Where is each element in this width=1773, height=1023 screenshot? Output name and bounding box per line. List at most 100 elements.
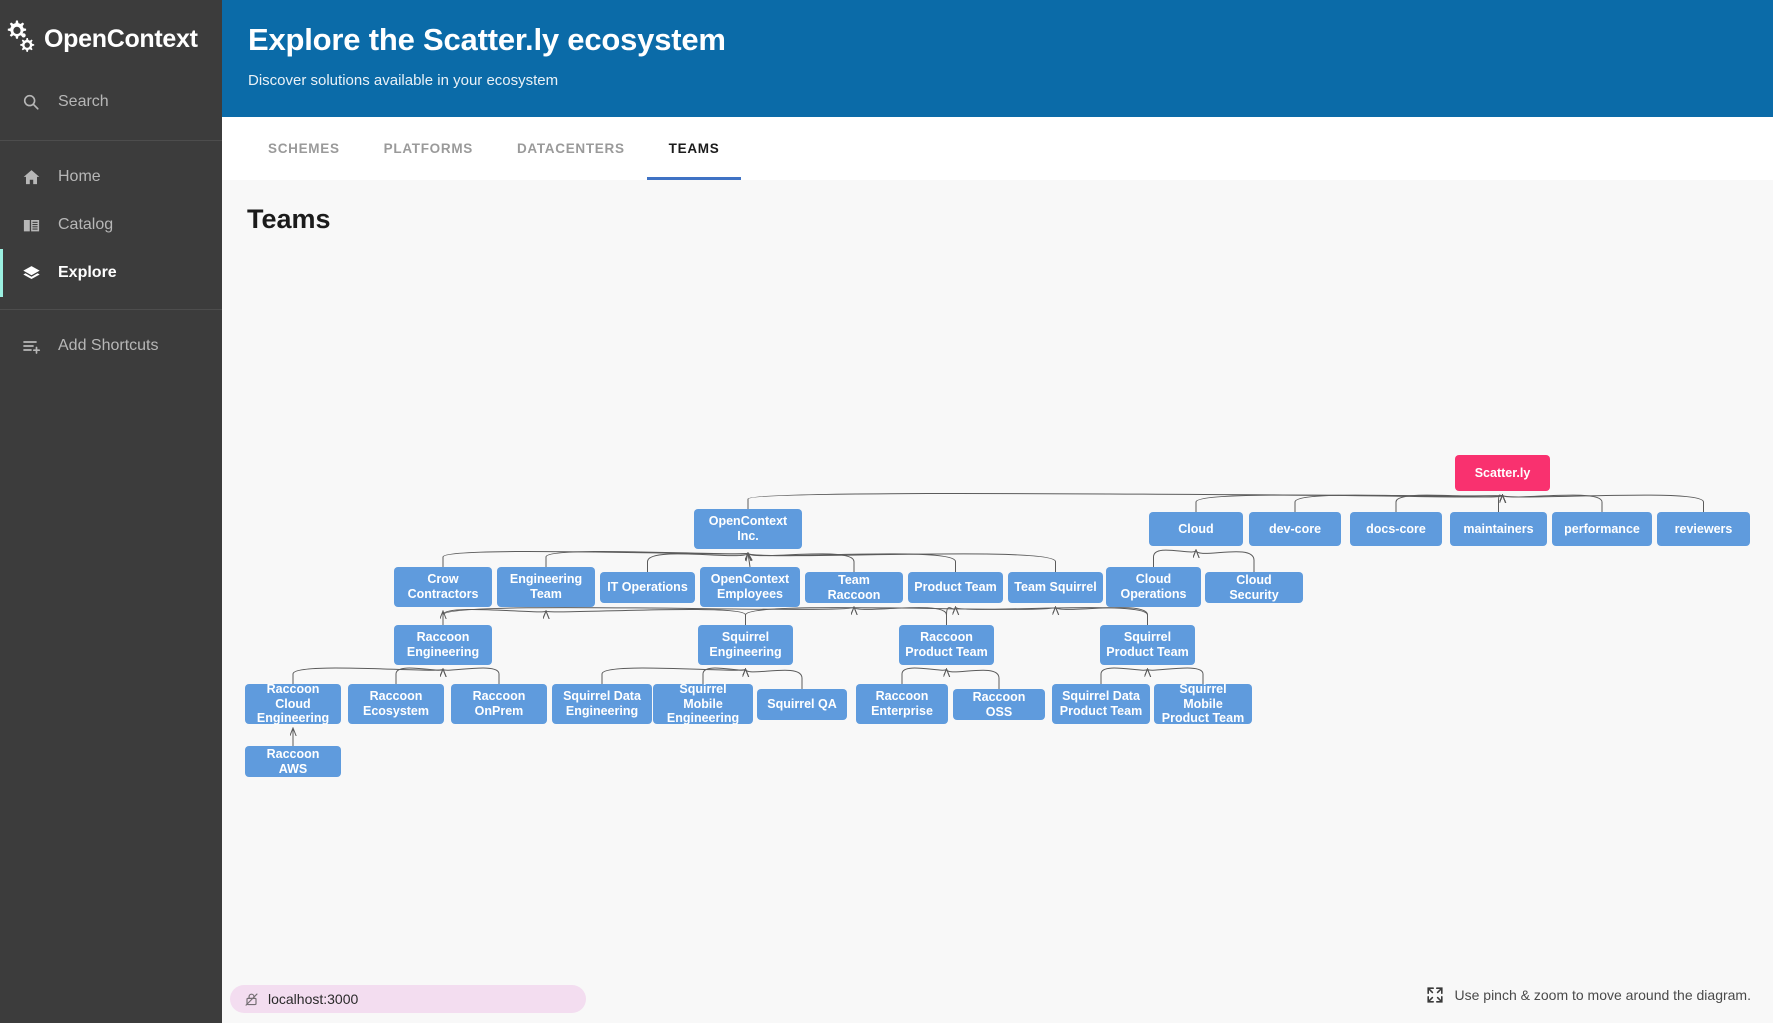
diagram-edge <box>947 669 1000 689</box>
layers-icon <box>22 264 48 283</box>
diagram-node-label: Engineering Team <box>509 572 583 601</box>
diagram-node[interactable]: Squirrel Mobile Engineering <box>653 681 753 726</box>
zoom-hint-text: Use pinch & zoom to move around the diag… <box>1454 987 1752 1003</box>
diagram-node-label: Squirrel Mobile Engineering <box>666 681 740 726</box>
diagram-node[interactable]: Cloud Security <box>1205 572 1303 603</box>
diagram-node-label: Raccoon Cloud Engineering <box>256 681 330 726</box>
diagram-node[interactable]: OpenContext Employees <box>700 567 800 607</box>
diagram-node-label: Product Team <box>914 580 997 595</box>
diagram-node[interactable]: reviewers <box>1657 512 1750 546</box>
diagram-node[interactable]: Squirrel QA <box>757 689 847 720</box>
diagram-node[interactable]: Team Squirrel <box>1008 572 1103 603</box>
add-list-icon <box>22 336 48 356</box>
diagram-node[interactable]: maintainers <box>1450 512 1547 546</box>
diagram-edge <box>946 607 956 625</box>
diagram-node[interactable]: Raccoon Enterprise <box>856 684 948 724</box>
diagram-node-label: Cloud Operations <box>1120 572 1187 601</box>
tab-schemes[interactable]: SCHEMES <box>246 117 362 180</box>
diagram-node-label: Squirrel Data Product Team <box>1059 689 1143 718</box>
diagram-node[interactable]: performance <box>1552 512 1652 546</box>
diagram-node[interactable]: Raccoon Ecosystem <box>348 684 444 724</box>
diagram-node[interactable]: Squirrel Product Team <box>1100 625 1195 665</box>
diagram-edge <box>746 669 803 689</box>
tab-platforms[interactable]: PLATFORMS <box>362 117 495 180</box>
sidebar-item-home[interactable]: Home <box>0 153 222 201</box>
search-input[interactable]: Search <box>0 78 222 126</box>
diagram-node[interactable]: Raccoon Engineering <box>394 625 492 665</box>
app-root: OpenContext Search Home Catalog Explore … <box>0 0 1773 1023</box>
diagram-node[interactable]: Cloud Operations <box>1106 567 1201 607</box>
diagram-edge <box>1100 667 1148 684</box>
diagram-node[interactable]: Engineering Team <box>497 567 595 607</box>
main-area: Explore the Scatter.ly ecosystem Discove… <box>222 0 1773 1023</box>
add-shortcuts-button[interactable]: Add Shortcuts <box>0 322 222 370</box>
diagram-edge <box>1294 495 1503 512</box>
diagram-node-label: Crow Contractors <box>407 572 479 601</box>
diagram-edge <box>1503 495 1603 512</box>
tab-bar: SCHEMES PLATFORMS DATACENTERS TEAMS <box>222 117 1773 180</box>
diagram-node[interactable]: Raccoon OnPrem <box>451 684 547 724</box>
diagram-node[interactable]: Raccoon AWS <box>245 746 341 777</box>
diagram-node[interactable]: Squirrel Engineering <box>698 625 793 665</box>
diagram-node-label: Raccoon AWS <box>266 746 320 776</box>
diagram-edge <box>901 667 947 684</box>
diagram-edge <box>1395 495 1503 512</box>
diagram-node[interactable]: Squirrel Data Product Team <box>1052 684 1150 724</box>
expand-arrows-icon <box>1425 985 1445 1005</box>
diagram-node-label: reviewers <box>1674 521 1733 536</box>
sidebar-shortcuts: Add Shortcuts <box>0 310 222 382</box>
diagram-node[interactable]: Raccoon Cloud Engineering <box>245 681 341 726</box>
diagram-edge <box>443 667 500 684</box>
diagram-node-label: maintainers <box>1463 521 1534 536</box>
diagram-node[interactable]: Crow Contractors <box>394 567 492 607</box>
sidebar-item-catalog-label: Catalog <box>58 216 114 233</box>
sidebar: OpenContext Search Home Catalog Explore … <box>0 0 222 1023</box>
brand[interactable]: OpenContext <box>0 0 222 78</box>
diagram-node[interactable]: Squirrel Mobile Product Team <box>1154 682 1252 725</box>
status-url-bubble: localhost:3000 <box>230 985 586 1013</box>
diagram-node[interactable]: Raccoon OSS <box>953 689 1045 720</box>
diagram-node-label: Squirrel Data Engineering <box>563 689 641 718</box>
diagram-node-label: Raccoon OSS <box>972 689 1026 719</box>
diagram-node-label: Raccoon Engineering <box>406 630 480 659</box>
diagram-edge <box>854 607 947 625</box>
brand-name: OpenContext <box>44 24 198 53</box>
sidebar-item-explore-label: Explore <box>58 264 117 281</box>
page-header: Explore the Scatter.ly ecosystem Discove… <box>222 0 1773 117</box>
diagram-node[interactable]: Cloud <box>1149 512 1243 546</box>
diagram-node[interactable]: Team Raccoon <box>805 572 903 603</box>
diagram-edge <box>442 609 546 625</box>
diagram-edge <box>442 551 748 567</box>
diagram-node[interactable]: Product Team <box>908 572 1003 603</box>
lock-slash-icon <box>244 992 259 1007</box>
diagram-node[interactable]: Scatter.ly <box>1455 455 1550 491</box>
diagram-edge <box>1503 495 1704 512</box>
diagram-edge <box>956 607 1148 625</box>
tab-datacenters[interactable]: DATACENTERS <box>495 117 647 180</box>
page-title: Explore the Scatter.ly ecosystem <box>248 22 726 57</box>
page-subtitle: Discover solutions available in your eco… <box>248 72 559 89</box>
diagram-node-label: Team Squirrel <box>1014 580 1097 595</box>
diagram-node-label: Squirrel QA <box>767 697 837 712</box>
diagram-edge <box>748 553 750 568</box>
tab-teams[interactable]: TEAMS <box>646 117 742 180</box>
sidebar-item-explore[interactable]: Explore <box>0 249 222 297</box>
diagram-edge <box>546 609 746 625</box>
zoom-hint: Use pinch & zoom to move around the diag… <box>1425 985 1752 1005</box>
sidebar-nav: Home Catalog Explore <box>0 141 222 309</box>
search-icon <box>22 93 48 111</box>
diagram-node[interactable]: Raccoon Product Team <box>899 625 994 665</box>
sidebar-item-catalog[interactable]: Catalog <box>0 201 222 249</box>
diagram-node-label: Raccoon Ecosystem <box>362 689 429 718</box>
diagram-node[interactable]: OpenContext Inc. <box>694 509 802 549</box>
diagram-node-label: Cloud Security <box>1229 572 1279 602</box>
diagram-node[interactable]: dev-core <box>1249 512 1341 546</box>
add-shortcuts-label: Add Shortcuts <box>58 337 159 354</box>
diagram-node[interactable]: IT Operations <box>600 572 695 603</box>
diagram-node-label: Raccoon OnPrem <box>472 689 526 718</box>
diagram-node[interactable]: Squirrel Data Engineering <box>552 684 652 724</box>
diagram-node[interactable]: docs-core <box>1350 512 1442 546</box>
teams-diagram[interactable]: Scatter.ly Cloud dev-core docs-core maintain… <box>222 180 1773 1023</box>
diagram-edge <box>1498 495 1503 512</box>
diagram-node-label: OpenContext Inc. <box>708 514 788 543</box>
